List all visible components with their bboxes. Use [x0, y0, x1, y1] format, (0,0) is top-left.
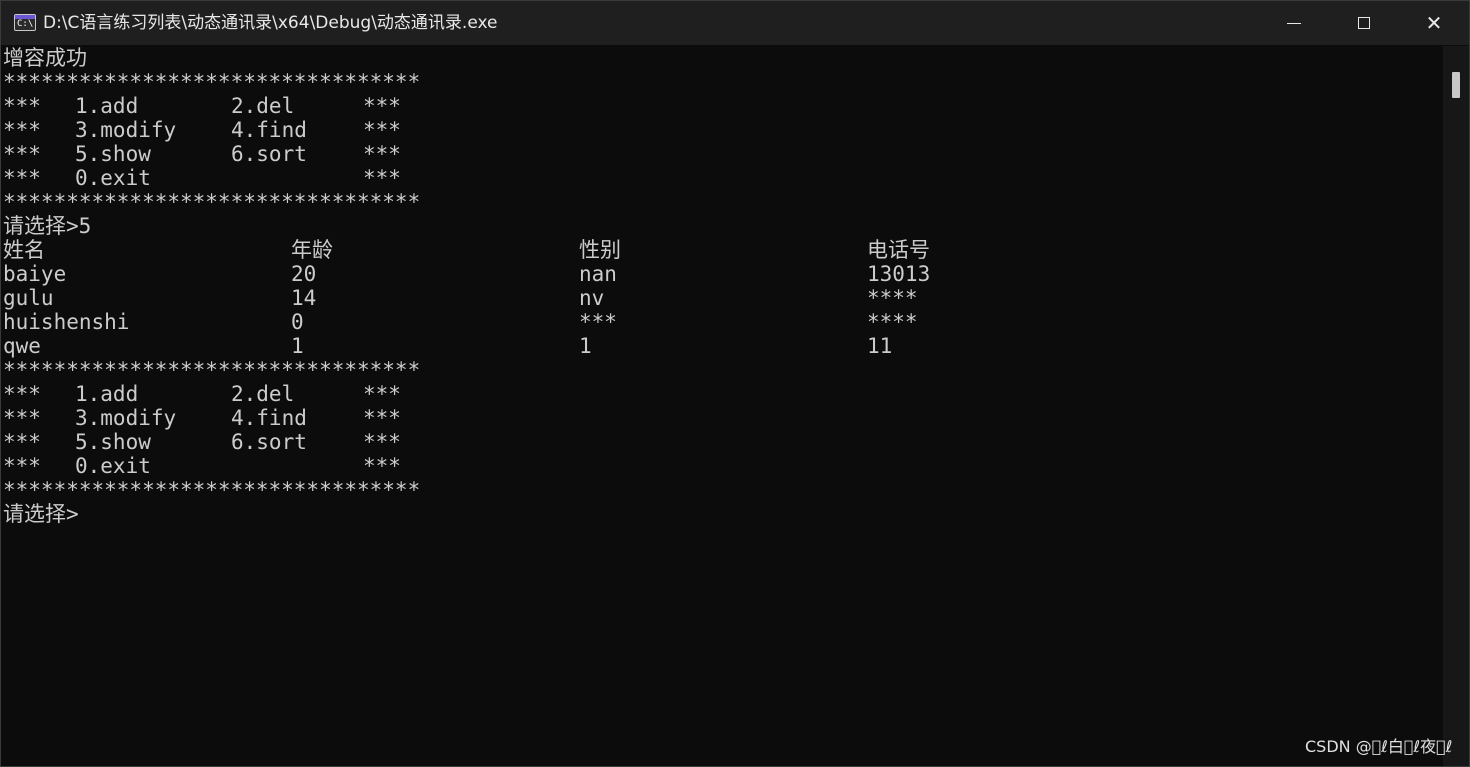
cell-age: 0	[291, 310, 304, 334]
minimize-button[interactable]	[1259, 1, 1329, 45]
cell-age: 20	[291, 262, 317, 286]
menu-border-top: *********************************	[3, 70, 421, 94]
header-gender: 性别	[579, 238, 621, 262]
menu-border-top: *********************************	[3, 358, 421, 382]
menu-row-left: ***	[3, 430, 41, 454]
menu-option: 4.find	[231, 406, 307, 430]
header-name: 姓名	[3, 238, 45, 262]
menu-row-right: ***	[363, 166, 401, 190]
cell-age: 1	[291, 334, 304, 358]
cell-name: baiye	[3, 262, 67, 286]
console-app-icon: C:\	[14, 14, 36, 31]
menu-option: 2.del	[231, 382, 295, 406]
prompt-line: 请选择>5	[3, 214, 92, 238]
menu-option: 0.exit	[75, 166, 151, 190]
menu-row-left: ***	[3, 94, 41, 118]
menu-row-right: ***	[363, 118, 401, 142]
menu-row-right: ***	[363, 94, 401, 118]
menu-option: 3.modify	[75, 118, 177, 142]
cell-age: 14	[291, 286, 317, 310]
maximize-button[interactable]	[1329, 1, 1399, 45]
title-bar[interactable]: C:\ D:\C语言练习列表\动态通讯录\x64\Debug\动态通讯录.exe…	[1, 1, 1469, 45]
menu-option: 5.show	[75, 430, 151, 454]
table-row: qwe 1 1 11	[3, 334, 892, 358]
cell-gender: 1	[579, 334, 592, 358]
cell-name: huishenshi	[3, 310, 130, 334]
menu-row: *** 0.exit ***	[3, 166, 401, 190]
menu-option: 2.del	[231, 94, 295, 118]
menu-row: *** 3.modify 4.find ***	[3, 406, 401, 430]
console-window: C:\ D:\C语言练习列表\动态通讯录\x64\Debug\动态通讯录.exe…	[0, 0, 1470, 767]
cell-gender: nan	[579, 262, 617, 286]
menu-border-bottom: *********************************	[3, 478, 421, 502]
menu-row-right: ***	[363, 454, 401, 478]
maximize-icon	[1358, 17, 1370, 29]
minimize-icon	[1287, 22, 1301, 24]
menu-row-left: ***	[3, 454, 41, 478]
menu-row-left: ***	[3, 118, 41, 142]
header-phone: 电话号	[867, 238, 930, 262]
menu-row-right: ***	[363, 142, 401, 166]
menu-row: *** 5.show 6.sort ***	[3, 430, 401, 454]
menu-row: *** 0.exit ***	[3, 454, 401, 478]
menu-row-left: ***	[3, 166, 41, 190]
menu-row-right: ***	[363, 382, 401, 406]
cell-name: qwe	[3, 334, 41, 358]
menu-row-left: ***	[3, 142, 41, 166]
menu-border-bottom: *********************************	[3, 190, 421, 214]
console-output[interactable]: 增容成功 ********************************* *…	[3, 46, 1443, 766]
vertical-scrollbar[interactable]	[1443, 46, 1469, 766]
cell-gender: ***	[579, 310, 617, 334]
cell-phone: 11	[867, 334, 893, 358]
menu-row-left: ***	[3, 406, 41, 430]
cell-phone: ****	[867, 310, 918, 334]
menu-option: 3.modify	[75, 406, 177, 430]
menu-option: 5.show	[75, 142, 151, 166]
cell-name: gulu	[3, 286, 54, 310]
menu-row: *** 3.modify 4.find ***	[3, 118, 401, 142]
close-button[interactable]: ✕	[1399, 1, 1469, 45]
table-row: huishenshi 0 *** ****	[3, 310, 918, 334]
menu-option: 1.add	[75, 94, 139, 118]
prompt-line: 请选择>	[3, 502, 79, 526]
menu-row: *** 1.add 2.del ***	[3, 382, 401, 406]
table-row: baiye 20 nan 13013	[3, 262, 930, 286]
scrollbar-thumb[interactable]	[1452, 72, 1460, 98]
menu-row-left: ***	[3, 382, 41, 406]
menu-option: 4.find	[231, 118, 307, 142]
close-icon: ✕	[1425, 11, 1443, 35]
menu-option: 1.add	[75, 382, 139, 406]
status-message: 增容成功	[3, 46, 87, 70]
cell-phone: ****	[867, 286, 918, 310]
table-header: 姓名 年龄 性别 电话号	[3, 238, 930, 262]
cell-gender: nv	[579, 286, 605, 310]
menu-row: *** 1.add 2.del ***	[3, 94, 401, 118]
menu-option: 6.sort	[231, 142, 307, 166]
console-app-icon-label: C:\	[17, 19, 34, 29]
menu-row-right: ***	[363, 406, 401, 430]
cell-phone: 13013	[867, 262, 931, 286]
header-age: 年龄	[291, 238, 333, 262]
table-row: gulu 14 nv ****	[3, 286, 918, 310]
menu-option: 6.sort	[231, 430, 307, 454]
window-title: D:\C语言练习列表\动态通讯录\x64\Debug\动态通讯录.exe	[43, 13, 498, 33]
menu-row: *** 5.show 6.sort ***	[3, 142, 401, 166]
menu-row-right: ***	[363, 430, 401, 454]
menu-option: 0.exit	[75, 454, 151, 478]
csdn-watermark: CSDN @ ℓ白 ℓ夜 ℓ	[1305, 737, 1453, 756]
